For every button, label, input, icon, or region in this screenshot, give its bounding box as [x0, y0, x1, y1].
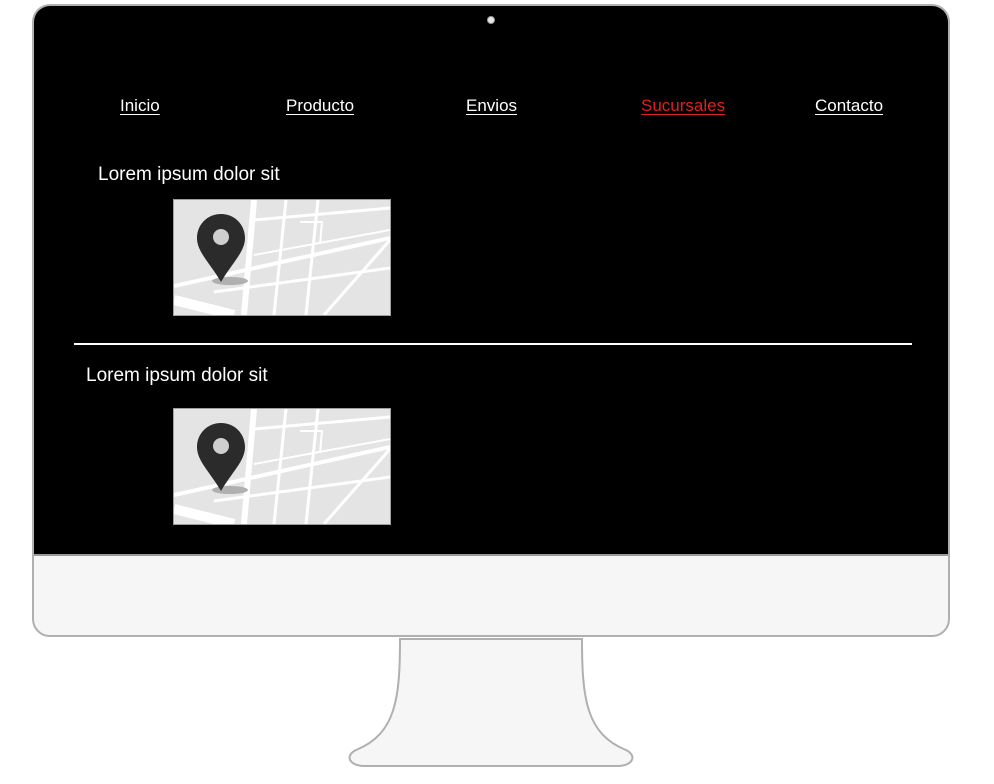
pin-shadow — [212, 486, 248, 494]
nav-link-envios[interactable]: Envios — [466, 96, 517, 116]
branch-map[interactable] — [173, 408, 391, 525]
branch-title: Lorem ipsum dolor sit — [98, 164, 280, 185]
nav-link-sucursales[interactable]: Sucursales — [641, 96, 725, 116]
map-illustration — [174, 409, 390, 524]
branch-title: Lorem ipsum dolor sit — [86, 365, 268, 386]
section-divider — [74, 343, 912, 345]
camera-icon — [487, 16, 495, 24]
map-illustration — [174, 200, 390, 315]
branch-map[interactable] — [173, 199, 391, 316]
nav-link-contacto[interactable]: Contacto — [815, 96, 883, 116]
monitor-frame: Inicio Producto Envios Sucursales Contac… — [32, 4, 950, 637]
nav-link-inicio[interactable]: Inicio — [120, 96, 160, 116]
pin-shadow — [212, 277, 248, 285]
nav-link-producto[interactable]: Producto — [286, 96, 354, 116]
monitor-stand — [348, 638, 634, 767]
screen: Inicio Producto Envios Sucursales Contac… — [34, 6, 948, 556]
